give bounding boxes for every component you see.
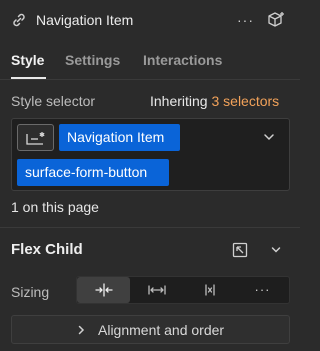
selector-state-icon [26,132,45,145]
selector-chip-surface-form-button[interactable]: surface-form-button [17,159,169,186]
style-selector-label: Style selector [11,93,96,109]
flex-child-title: Flex Child [11,241,83,258]
shrink-icon [95,283,113,297]
sizing-segmented-control: ··· [76,276,290,304]
selector-chip-navigation-item[interactable]: Navigation Item [59,124,180,151]
alignment-and-order-label: Alignment and order [98,322,225,338]
selector-field[interactable]: Navigation Item surface-form-button [11,118,290,191]
sizing-none-button[interactable] [183,277,236,303]
tab-settings[interactable]: Settings [65,50,120,70]
grow-icon [148,285,166,295]
section-divider [0,227,300,228]
panel-header: Navigation Item ··· [0,0,300,40]
element-title: Navigation Item [36,12,134,28]
none-icon [205,284,215,296]
chevron-right-icon [78,325,85,335]
sizing-grow-button[interactable] [130,277,183,303]
link-icon [13,13,25,27]
inheriting-selectors-link[interactable]: 3 selectors [211,93,279,109]
inheriting-info: Inheriting 3 selectors [150,91,279,111]
component-cube-icon[interactable] [266,11,286,29]
alignment-and-order-button[interactable]: Alignment and order [11,315,290,344]
chevron-down-icon[interactable] [270,244,282,256]
tab-style[interactable]: Style [11,50,44,70]
tab-bar: Style Settings Interactions [0,40,300,80]
on-page-count: 1 on this page [11,199,99,215]
more-options-icon[interactable]: ··· [237,10,255,30]
selector-state-button[interactable] [17,124,54,151]
sizing-more-button[interactable]: ··· [236,277,289,303]
chevron-down-icon[interactable] [262,130,276,144]
more-options-icon: ··· [254,282,271,297]
sizing-shrink-button[interactable] [77,277,130,303]
tab-interactions[interactable]: Interactions [143,50,222,70]
arrow-up-left-box-icon[interactable] [232,242,248,258]
sizing-label: Sizing [11,284,50,300]
inheriting-prefix: Inheriting [150,93,208,109]
active-tab-indicator [11,77,46,79]
